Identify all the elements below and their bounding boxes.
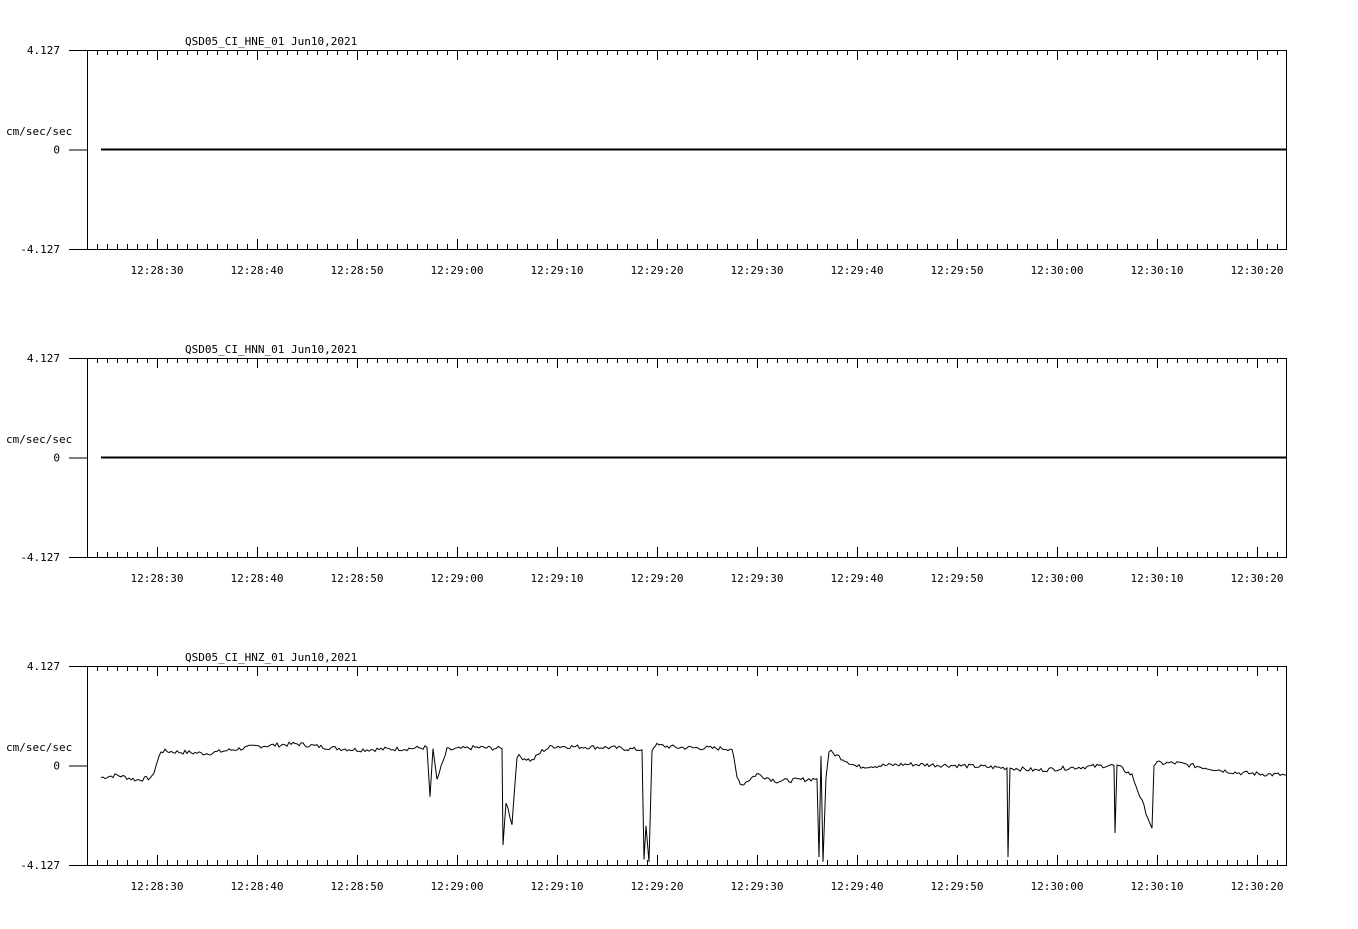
x-tick-label: 12:30:00 [1031, 264, 1084, 277]
x-tick-label: 12:28:40 [231, 264, 284, 277]
y-tick-label: 4.127 [27, 660, 60, 673]
y-tick-label: -4.127 [20, 243, 60, 256]
x-tick-label: 12:29:20 [631, 880, 684, 893]
x-tick-label: 12:30:20 [1231, 572, 1284, 585]
x-tick-label: 12:29:20 [631, 572, 684, 585]
chart-title: QSD05_CI_HNN_01 Jun10,2021 [185, 343, 357, 356]
x-tick-label: 12:28:40 [231, 880, 284, 893]
x-tick-label: 12:29:40 [831, 264, 884, 277]
y-tick-label: 0 [53, 760, 60, 773]
y-tick-label: -4.127 [20, 859, 60, 872]
chart-title: QSD05_CI_HNZ_01 Jun10,2021 [185, 651, 357, 664]
y-tick-label: -4.127 [20, 551, 60, 564]
x-tick-label: 12:29:30 [731, 264, 784, 277]
x-tick-label: 12:30:00 [1031, 880, 1084, 893]
x-tick-label: 12:29:00 [431, 880, 484, 893]
x-tick-label: 12:29:50 [931, 880, 984, 893]
y-axis-label: cm/sec/sec [6, 433, 72, 446]
y-tick-label: 4.127 [27, 352, 60, 365]
x-tick-label: 12:29:10 [531, 880, 584, 893]
seismogram-figure: QSD05_CI_HNE_01 Jun10,2021 4.127 0 -4.127 cm… [0, 0, 1358, 924]
trace-line [100, 741, 1287, 862]
x-tick-label: 12:30:00 [1031, 572, 1084, 585]
x-tick-label: 12:30:10 [1131, 880, 1184, 893]
x-tick-label: 12:29:40 [831, 880, 884, 893]
x-tick-label: 12:30:10 [1131, 264, 1184, 277]
x-tick-label: 12:29:30 [731, 572, 784, 585]
x-tick-label: 12:28:50 [331, 572, 384, 585]
x-tick-label: 12:28:30 [131, 572, 184, 585]
x-tick-label: 12:30:10 [1131, 572, 1184, 585]
x-tick-label: 12:29:30 [731, 880, 784, 893]
y-tick-label: 4.127 [27, 44, 60, 57]
y-axis-label: cm/sec/sec [6, 125, 72, 138]
x-tick-label: 12:29:50 [931, 572, 984, 585]
x-tick-label: 12:28:40 [231, 572, 284, 585]
x-tick-label: 12:28:30 [131, 880, 184, 893]
x-tick-label: 12:29:10 [531, 264, 584, 277]
x-tick-label: 12:30:20 [1231, 880, 1284, 893]
seismogram-svg: QSD05_CI_HNE_01 Jun10,2021 4.127 0 -4.127 cm… [6, 35, 1287, 893]
y-axis-label: cm/sec/sec [6, 741, 72, 754]
y-tick-label: 0 [53, 452, 60, 465]
x-tick-label: 12:30:20 [1231, 264, 1284, 277]
x-tick-label: 12:28:50 [331, 264, 384, 277]
x-tick-label: 12:28:30 [131, 264, 184, 277]
x-tick-label: 12:28:50 [331, 880, 384, 893]
x-tick-label: 12:29:40 [831, 572, 884, 585]
x-tick-label: 12:29:20 [631, 264, 684, 277]
x-tick-label: 12:29:00 [431, 572, 484, 585]
chart-title: QSD05_CI_HNE_01 Jun10,2021 [185, 35, 357, 48]
x-tick-label: 12:29:00 [431, 264, 484, 277]
x-tick-label: 12:29:10 [531, 572, 584, 585]
x-tick-label: 12:29:50 [931, 264, 984, 277]
y-tick-label: 0 [53, 144, 60, 157]
